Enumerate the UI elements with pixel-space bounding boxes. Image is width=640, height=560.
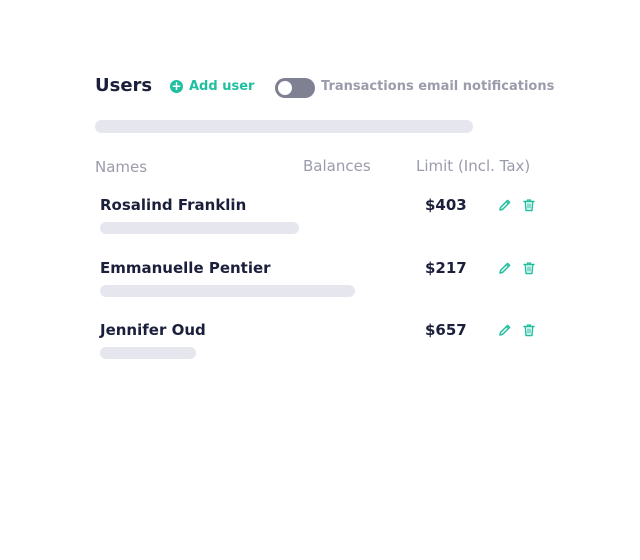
limit-value: $403 — [425, 196, 467, 214]
notifications-toggle-label: Transactions email notifications — [321, 79, 555, 94]
limit-value: $217 — [425, 259, 467, 277]
skeleton-bar — [100, 285, 355, 297]
add-user-button[interactable]: + Add user — [170, 79, 254, 94]
trash-icon[interactable] — [522, 323, 536, 337]
page-title: Users — [95, 75, 153, 96]
pencil-icon[interactable] — [498, 261, 512, 275]
column-header-limit: Limit (Incl. Tax) — [416, 157, 531, 175]
skeleton-bar — [100, 222, 299, 234]
skeleton-bar — [95, 120, 473, 133]
limit-value: $657 — [425, 321, 467, 339]
users-panel: Users + Add user Transactions email noti… — [0, 0, 640, 560]
trash-icon[interactable] — [522, 198, 536, 212]
user-name: Jennifer Oud — [100, 321, 206, 339]
user-name: Rosalind Franklin — [100, 196, 247, 214]
pencil-icon[interactable] — [498, 323, 512, 337]
user-name: Emmanuelle Pentier — [100, 259, 271, 277]
pencil-icon[interactable] — [498, 198, 512, 212]
plus-circle-icon: + — [170, 79, 183, 93]
column-header-names: Names — [95, 158, 148, 176]
trash-icon[interactable] — [522, 261, 536, 275]
notifications-toggle[interactable] — [275, 78, 315, 98]
add-user-label: Add user — [189, 79, 255, 94]
toggle-knob — [278, 81, 292, 95]
column-header-balances: Balances — [303, 157, 371, 175]
skeleton-bar — [100, 347, 196, 359]
